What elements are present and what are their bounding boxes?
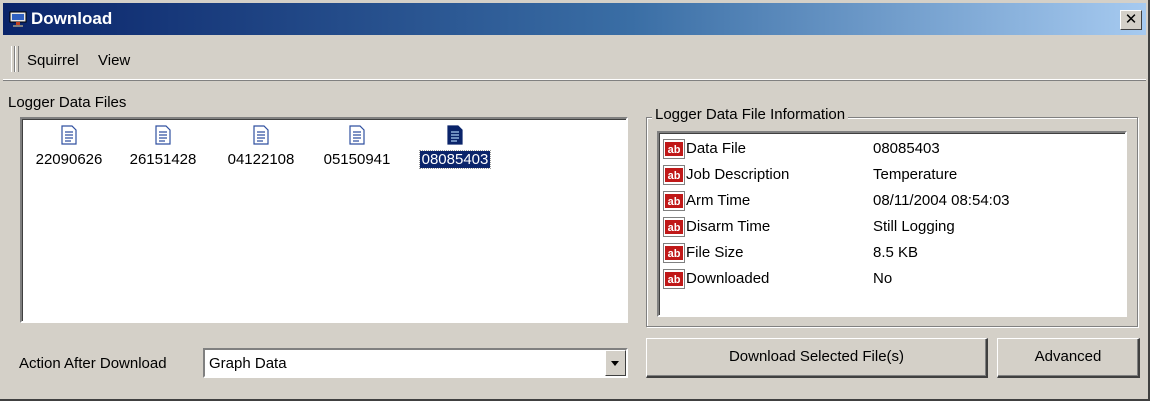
action-selected-value: Graph Data: [209, 355, 287, 372]
file-name: 26151428: [129, 151, 197, 168]
svg-text:ab: ab: [668, 222, 681, 234]
action-after-download-select[interactable]: Graph Data: [203, 348, 628, 378]
info-value: Temperature: [873, 166, 958, 183]
info-key: Arm Time: [686, 192, 751, 209]
file-item-26151428[interactable]: 26151428: [118, 125, 208, 168]
document-icon: [447, 125, 463, 145]
chevron-down-icon: [611, 361, 619, 366]
info-value: 08085403: [873, 140, 940, 157]
file-item-08085403[interactable]: 08085403: [410, 125, 500, 169]
close-icon: ✕: [1124, 11, 1138, 28]
menu-item-view[interactable]: View: [98, 52, 130, 69]
svg-text:ab: ab: [668, 170, 681, 182]
document-icon: [253, 125, 269, 145]
file-info-label: Logger Data File Information: [652, 106, 849, 123]
advanced-button[interactable]: Advanced: [997, 338, 1140, 378]
info-key: Job Description: [686, 166, 790, 183]
info-value: Still Logging: [873, 218, 955, 235]
file-item-22090626[interactable]: 22090626: [24, 125, 114, 168]
document-icon: [349, 125, 365, 145]
info-key: Disarm Time: [686, 218, 771, 235]
document-icon: [155, 125, 171, 145]
ab-text-icon: ab: [663, 217, 685, 237]
svg-text:ab: ab: [668, 248, 681, 260]
menu-bar: Squirrel View: [3, 38, 1146, 80]
info-value: No: [873, 270, 893, 287]
info-row-disarm-time[interactable]: ab Disarm Time Still Logging: [663, 217, 1123, 241]
squirrel-app-icon: [9, 11, 27, 27]
ab-text-icon: ab: [663, 269, 685, 289]
dropdown-button[interactable]: [605, 350, 626, 376]
download-window: Download ✕ Squirrel View Logger Data Fil…: [0, 0, 1150, 401]
download-button-label: Download Selected File(s): [728, 348, 905, 365]
info-value: 08/11/2004 08:54:03: [873, 192, 1010, 209]
file-name-selected: 08085403: [418, 150, 492, 169]
ab-text-icon: ab: [663, 139, 685, 159]
logger-files-label: Logger Data Files: [8, 94, 127, 111]
svg-text:ab: ab: [668, 144, 681, 156]
advanced-button-label: Advanced: [1034, 348, 1102, 365]
logger-files-list[interactable]: 22090626 26151428 04122108 05150941 0808…: [20, 117, 628, 323]
action-after-download-label: Action After Download: [19, 355, 167, 372]
info-row-arm-time[interactable]: ab Arm Time 08/11/2004 08:54:03: [663, 191, 1123, 215]
file-item-05150941[interactable]: 05150941: [312, 125, 402, 168]
ab-text-icon: ab: [663, 243, 685, 263]
info-key: Downloaded: [686, 270, 770, 287]
ab-text-icon: ab: [663, 191, 685, 211]
document-icon: [61, 125, 77, 145]
file-info-list[interactable]: ab Data File 08085403 ab Job Description…: [657, 131, 1127, 317]
file-name: 04122108: [227, 151, 295, 168]
svg-text:ab: ab: [668, 196, 681, 208]
info-value: 8.5 KB: [873, 244, 919, 261]
info-row-data-file[interactable]: ab Data File 08085403: [663, 139, 1123, 163]
menu-grip-2: [15, 46, 19, 72]
info-row-file-size[interactable]: ab File Size 8.5 KB: [663, 243, 1123, 267]
download-selected-files-button[interactable]: Download Selected File(s): [646, 338, 988, 378]
window-title: Download: [31, 9, 113, 28]
info-key: Data File: [686, 140, 747, 157]
close-button[interactable]: ✕: [1120, 10, 1142, 30]
ab-text-icon: ab: [663, 165, 685, 185]
file-item-04122108[interactable]: 04122108: [216, 125, 306, 168]
info-key: File Size: [686, 244, 744, 261]
menu-item-squirrel[interactable]: Squirrel: [27, 52, 79, 69]
info-row-downloaded[interactable]: ab Downloaded No: [663, 269, 1123, 293]
info-row-job-description[interactable]: ab Job Description Temperature: [663, 165, 1123, 189]
title-bar[interactable]: Download ✕: [3, 3, 1146, 35]
svg-text:ab: ab: [668, 274, 681, 286]
file-name: 05150941: [323, 151, 391, 168]
file-name: 22090626: [35, 151, 103, 168]
